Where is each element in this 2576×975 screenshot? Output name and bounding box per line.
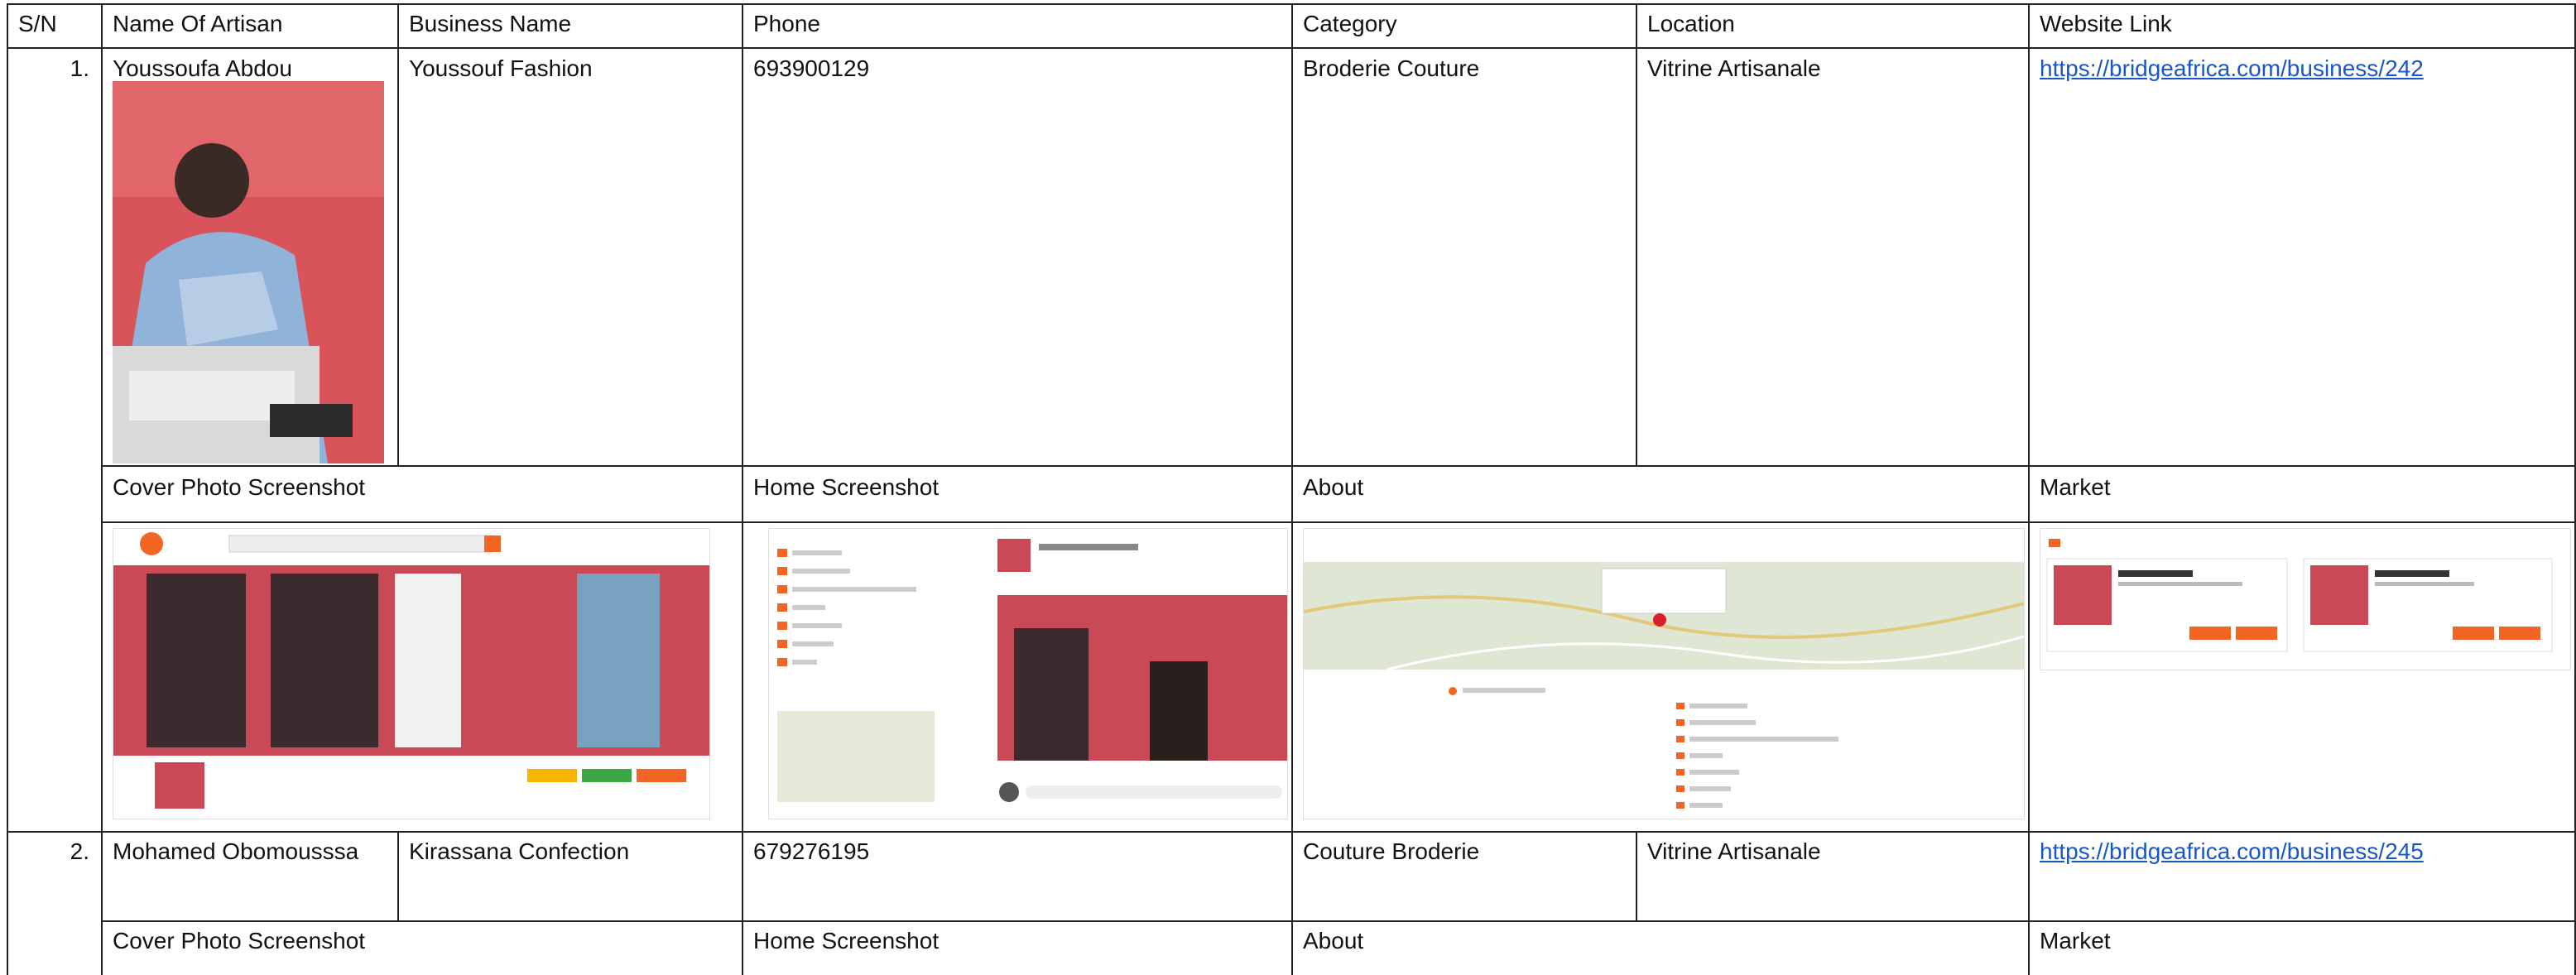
- artisan-name: Youssoufa Abdou: [113, 55, 292, 81]
- market-screenshot: [2040, 528, 2571, 670]
- home-screenshot-label: Home Screenshot: [753, 474, 940, 500]
- header-sn: S/N: [18, 11, 57, 36]
- grid-line: [101, 465, 2576, 467]
- header-category: Category: [1303, 11, 1397, 36]
- home-screenshot: [768, 528, 1288, 819]
- website-link[interactable]: https://bridgeafrica.com/business/245: [2040, 838, 2424, 866]
- grid-line: [1636, 831, 1637, 920]
- grid-line: [397, 831, 399, 920]
- market-label: Market: [2040, 928, 2111, 953]
- about-label: About: [1303, 474, 1364, 500]
- category: Broderie Couture: [1303, 55, 1480, 81]
- grid-line: [2028, 3, 2030, 975]
- row-sn: 1.: [70, 55, 89, 81]
- cover-photo-label: Cover Photo Screenshot: [113, 474, 366, 500]
- cover-photo-screenshot: [113, 528, 710, 819]
- header-location: Location: [1647, 11, 1735, 36]
- artisan-name: Mohamed Obomousssa: [113, 838, 359, 864]
- market-label: Market: [2040, 474, 2111, 500]
- phone-number: 679276195: [753, 838, 870, 864]
- business-name: Kirassana Confection: [409, 838, 630, 864]
- location: Vitrine Artisanale: [1647, 55, 1821, 81]
- home-screenshot-label: Home Screenshot: [753, 928, 940, 953]
- header-business: Business Name: [409, 11, 572, 36]
- about-label: About: [1303, 928, 1364, 953]
- cover-photo-label: Cover Photo Screenshot: [113, 928, 366, 953]
- category: Couture Broderie: [1303, 838, 1480, 864]
- grid-line: [1636, 3, 1637, 465]
- grid-line: [397, 3, 399, 465]
- business-name: Youssouf Fashion: [409, 55, 593, 81]
- row-sn: 2.: [70, 838, 89, 864]
- header-phone: Phone: [753, 11, 820, 36]
- grid-line: [101, 521, 2576, 523]
- grid-line: [1291, 3, 1293, 975]
- website-link[interactable]: https://bridgeafrica.com/business/242: [2040, 55, 2424, 83]
- about-screenshot: [1303, 528, 2025, 819]
- location: Vitrine Artisanale: [1647, 838, 1821, 864]
- grid-line: [101, 3, 103, 975]
- phone-number: 693900129: [753, 55, 870, 81]
- header-website: Website Link: [2040, 11, 2172, 36]
- artisan-table: S/N Name Of Artisan Business Name Phone …: [7, 3, 2576, 975]
- artisan-photo: [113, 81, 384, 463]
- header-name: Name Of Artisan: [113, 11, 283, 36]
- grid-line: [7, 3, 8, 975]
- grid-line: [101, 920, 2576, 922]
- grid-line: [742, 3, 743, 975]
